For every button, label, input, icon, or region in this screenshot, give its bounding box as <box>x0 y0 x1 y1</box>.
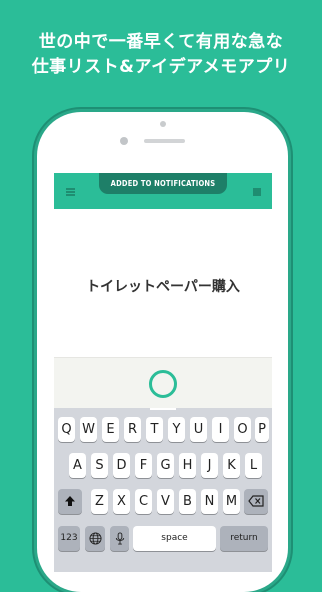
return-key[interactable]: return <box>220 526 268 551</box>
key-h[interactable]: H <box>179 453 196 478</box>
key-y[interactable]: Y <box>168 417 185 442</box>
phone-speaker <box>144 139 185 143</box>
notification-toast: ADDED TO NOTIFICATIONS <box>99 173 227 194</box>
key-a[interactable]: A <box>69 453 86 478</box>
keyboard: Q W E R T Y U I O P A S D F G H J K L Z … <box>54 408 272 572</box>
key-s[interactable]: S <box>91 453 108 478</box>
numbers-key[interactable]: 123 <box>58 526 80 551</box>
key-r[interactable]: R <box>124 417 141 442</box>
space-key[interactable]: space <box>133 526 216 551</box>
key-t[interactable]: T <box>146 417 163 442</box>
input-area <box>54 357 272 408</box>
key-g[interactable]: G <box>157 453 174 478</box>
phone-camera <box>120 137 128 145</box>
key-c[interactable]: C <box>135 489 152 514</box>
square-icon[interactable] <box>253 188 261 196</box>
backspace-icon <box>248 495 264 507</box>
key-e[interactable]: E <box>102 417 119 442</box>
key-v[interactable]: V <box>157 489 174 514</box>
keyboard-handle <box>150 408 176 410</box>
key-m[interactable]: M <box>223 489 240 514</box>
globe-icon <box>88 532 102 545</box>
key-x[interactable]: X <box>113 489 130 514</box>
key-l[interactable]: L <box>245 453 262 478</box>
key-z[interactable]: Z <box>91 489 108 514</box>
task-display: トイレットペーパー購入 <box>54 209 272 357</box>
task-text: トイレットペーパー購入 <box>86 279 240 295</box>
app-header: ADDED TO NOTIFICATIONS <box>54 173 272 209</box>
shift-key[interactable] <box>58 489 82 514</box>
key-k[interactable]: K <box>223 453 240 478</box>
key-i[interactable]: I <box>212 417 229 442</box>
key-f[interactable]: F <box>135 453 152 478</box>
key-q[interactable]: Q <box>58 417 75 442</box>
key-w[interactable]: W <box>80 417 97 442</box>
key-j[interactable]: J <box>201 453 218 478</box>
key-d[interactable]: D <box>113 453 130 478</box>
backspace-key[interactable] <box>244 489 268 514</box>
headline-line-1: 世の中で一番早くて有用な急な <box>38 32 284 52</box>
key-b[interactable]: B <box>179 489 196 514</box>
menu-icon[interactable] <box>66 188 75 196</box>
key-n[interactable]: N <box>201 489 218 514</box>
shift-icon <box>65 496 75 506</box>
key-o[interactable]: O <box>234 417 251 442</box>
mic-icon <box>115 532 124 545</box>
globe-key[interactable] <box>85 526 105 551</box>
promo-headline: 世の中で一番早くて有用な急な 仕事リスト&アイデアメモアプリ <box>0 30 322 80</box>
phone-sensor-dot <box>160 121 166 127</box>
app-screen: ADDED TO NOTIFICATIONS トイレットペーパー購入 Q W E… <box>54 173 272 572</box>
key-u[interactable]: U <box>190 417 207 442</box>
key-p[interactable]: P <box>255 417 269 442</box>
mic-key[interactable] <box>110 526 129 551</box>
headline-line-2: 仕事リスト&アイデアメモアプリ <box>31 57 291 77</box>
add-ring-button[interactable] <box>149 370 177 398</box>
